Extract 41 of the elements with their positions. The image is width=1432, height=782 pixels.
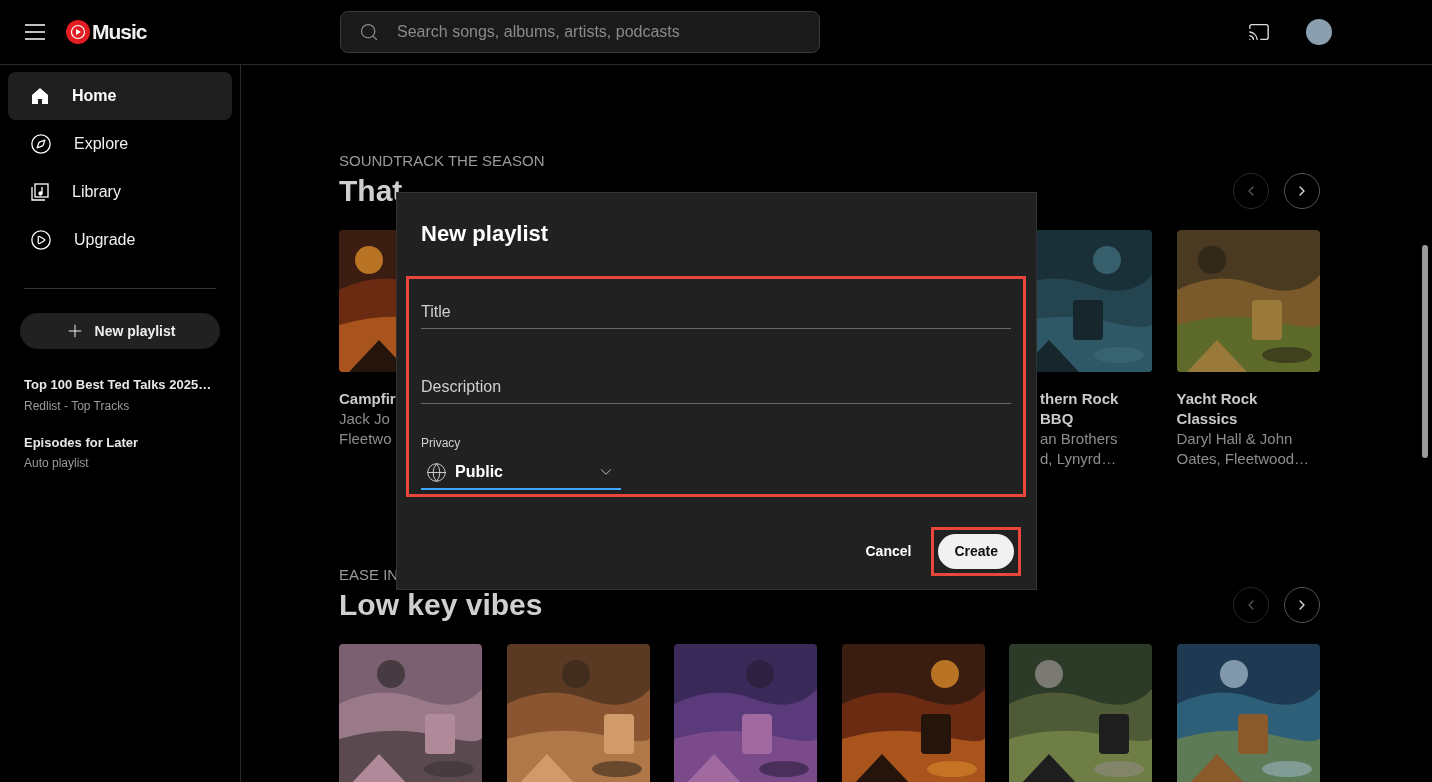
sidebar-item[interactable]: Upgrade [8, 216, 232, 264]
logo-text[interactable]: Music [92, 16, 147, 48]
card-subtitle: d, Lynyrd… [1040, 449, 1117, 469]
privacy-dropdown[interactable]: Public [421, 456, 621, 490]
search-icon [359, 22, 379, 42]
section-heading: Low key vibes [339, 587, 543, 623]
cancel-button[interactable]: Cancel [863, 541, 914, 562]
globe-icon [426, 461, 447, 483]
playlist-title[interactable]: Top 100 Best Ted Talks 2025… [24, 375, 216, 395]
card-subtitle: Daryl Hall & John [1176, 429, 1293, 449]
card-subtitle: Jack Jo [339, 409, 390, 429]
text-field[interactable]: Title [421, 297, 1011, 329]
card-subtitle: Oates, Fleetwood… [1176, 449, 1310, 469]
card-subtitle: an Brothers [1040, 429, 1118, 449]
playlist-subtitle: Auto playlist [24, 455, 90, 472]
privacy-label: Privacy [421, 435, 462, 452]
playlist-title[interactable]: Episodes for Later [24, 432, 216, 452]
card-title[interactable]: Yacht Rock Classics [1176, 389, 1320, 429]
sidebar-item[interactable]: Explore [8, 120, 232, 168]
section-label: SOUNDTRACK THE SEASON [339, 151, 545, 171]
search-input[interactable]: Search songs, albums, artists, podcasts [397, 20, 801, 44]
dialog-title: New playlist [421, 220, 550, 248]
play-circle-icon [30, 229, 52, 251]
logo-icon[interactable] [66, 20, 90, 44]
create-button[interactable]: Create [938, 534, 1014, 569]
search-bar[interactable]: Search songs, albums, artists, podcasts [340, 11, 820, 53]
new-playlist-button[interactable]: New playlist [20, 313, 220, 349]
text-field[interactable]: Description [421, 372, 1011, 404]
scrollbar[interactable] [1421, 245, 1428, 458]
sidebar-item[interactable]: Home [8, 72, 232, 120]
card-subtitle: Fleetwo [339, 429, 392, 449]
home-icon [30, 86, 50, 106]
card-title[interactable]: Campfir [339, 389, 396, 409]
compass-icon [30, 133, 52, 155]
menu-icon[interactable] [24, 24, 46, 40]
sidebar-item[interactable]: Library [8, 168, 232, 216]
library-icon [30, 182, 50, 202]
cast-icon[interactable] [1248, 21, 1270, 43]
card-title[interactable]: thern Rock BBQ [1040, 389, 1152, 429]
avatar[interactable] [1306, 19, 1332, 45]
playlist-subtitle: Redlist - Top Tracks [24, 397, 131, 415]
